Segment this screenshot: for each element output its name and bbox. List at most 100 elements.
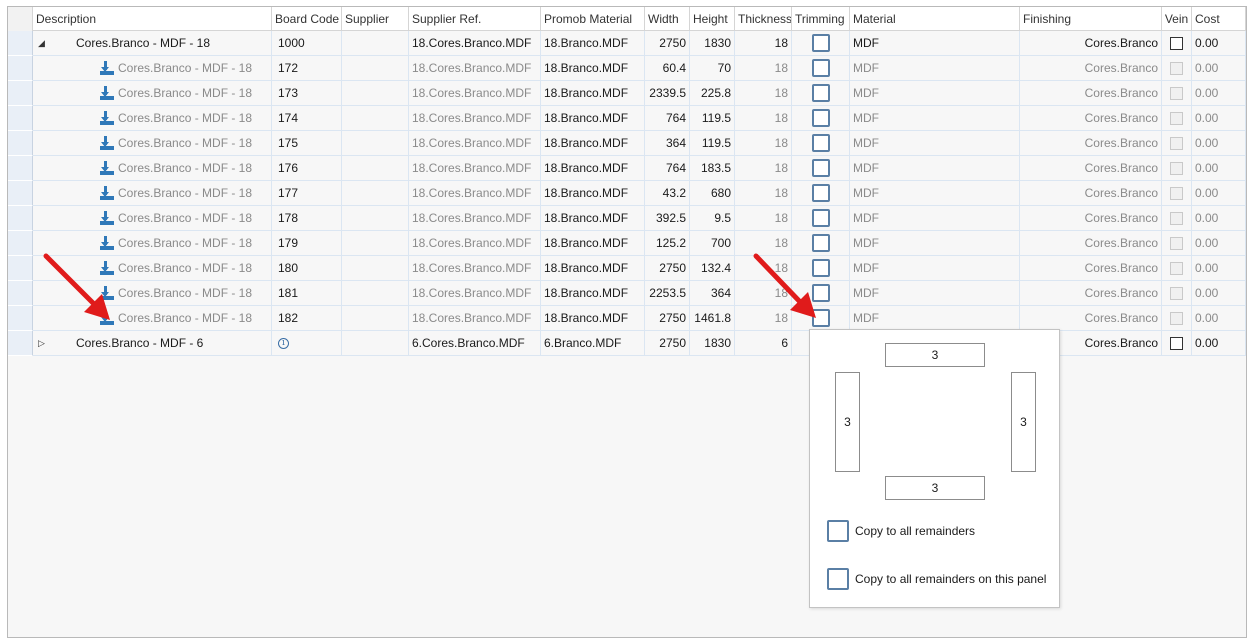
trimming-checkbox[interactable] (811, 84, 830, 102)
cell-cost[interactable]: 0.00 (1192, 131, 1246, 156)
cell-vein[interactable] (1162, 206, 1192, 231)
cell-height[interactable]: 225.8 (690, 81, 735, 106)
cell-board-code[interactable]: 172 (272, 56, 342, 81)
cell-board-code[interactable]: 179 (272, 231, 342, 256)
cell-description[interactable]: Cores.Branco - MDF - 18 (33, 181, 272, 206)
row-selector[interactable] (8, 31, 33, 56)
cell-thickness[interactable]: 18 (735, 106, 792, 131)
cell-height[interactable]: 1830 (690, 31, 735, 56)
vein-checkbox[interactable] (1170, 36, 1183, 50)
col-header-cost[interactable]: Cost (1192, 7, 1246, 31)
cell-cost[interactable]: 0.00 (1192, 81, 1246, 106)
table-row-child[interactable]: Cores.Branco - MDF - 18 177 18.Cores.Branc… (8, 181, 1246, 206)
cell-width[interactable]: 125.2 (645, 231, 690, 256)
cell-supplier[interactable] (342, 31, 409, 56)
cell-trimming[interactable] (792, 81, 850, 106)
cell-thickness[interactable]: 18 (735, 131, 792, 156)
cell-supplier[interactable] (342, 131, 409, 156)
cell-height[interactable]: 680 (690, 181, 735, 206)
cell-supplier-ref[interactable]: 18.Cores.Branco.MDF (409, 56, 541, 81)
trimming-checkbox[interactable] (811, 34, 830, 52)
cell-cost[interactable]: 0.00 (1192, 256, 1246, 281)
cell-board-code[interactable]: 173 (272, 81, 342, 106)
cell-material[interactable]: MDF (850, 306, 1020, 331)
cell-height[interactable]: 119.5 (690, 131, 735, 156)
cell-height[interactable]: 1461.8 (690, 306, 735, 331)
cell-material[interactable]: MDF (850, 281, 1020, 306)
cell-board-code[interactable]: 178 (272, 206, 342, 231)
cell-promob-material[interactable]: 18.Branco.MDF (541, 181, 645, 206)
vein-checkbox[interactable] (1170, 336, 1183, 350)
cell-supplier[interactable] (342, 81, 409, 106)
row-selector[interactable] (8, 106, 33, 131)
cell-thickness[interactable]: 18 (735, 31, 792, 56)
cell-thickness[interactable]: 18 (735, 81, 792, 106)
trimming-checkbox[interactable] (811, 184, 830, 202)
cell-supplier-ref[interactable]: 18.Cores.Branco.MDF (409, 231, 541, 256)
cell-width[interactable]: 2750 (645, 331, 690, 356)
cell-thickness[interactable]: 18 (735, 206, 792, 231)
cell-description[interactable]: ▷ Cores.Branco - MDF - 6 (33, 331, 272, 356)
table-row-child[interactable]: Cores.Branco - MDF - 18 173 18.Cores.Branc… (8, 81, 1246, 106)
cell-vein[interactable] (1162, 106, 1192, 131)
table-row-child[interactable]: Cores.Branco - MDF - 18 175 18.Cores.Branc… (8, 131, 1246, 156)
cell-board-code[interactable]: 177 (272, 181, 342, 206)
cell-supplier[interactable] (342, 181, 409, 206)
cell-board-code[interactable]: 180 (272, 256, 342, 281)
row-selector[interactable] (8, 281, 33, 306)
cell-board-code[interactable]: 181 (272, 281, 342, 306)
row-selector[interactable] (8, 231, 33, 256)
cell-width[interactable]: 764 (645, 106, 690, 131)
trimming-checkbox[interactable] (811, 159, 830, 177)
cell-supplier-ref[interactable]: 18.Cores.Branco.MDF (409, 106, 541, 131)
cell-height[interactable]: 1830 (690, 331, 735, 356)
cell-cost[interactable]: 0.00 (1192, 31, 1246, 56)
cell-description[interactable]: ◢ Cores.Branco - MDF - 18 (33, 31, 272, 56)
cell-finishing[interactable]: Cores.Branco (1020, 181, 1162, 206)
cell-promob-material[interactable]: 18.Branco.MDF (541, 106, 645, 131)
table-row-child[interactable]: Cores.Branco - MDF - 18 174 18.Cores.Branc… (8, 106, 1246, 131)
cell-height[interactable]: 119.5 (690, 106, 735, 131)
cell-cost[interactable]: 0.00 (1192, 331, 1246, 356)
cell-material[interactable]: MDF (850, 156, 1020, 181)
col-header-supplier-ref[interactable]: Supplier Ref. (409, 7, 541, 31)
cell-description[interactable]: Cores.Branco - MDF - 18 (33, 56, 272, 81)
col-header-width[interactable]: Width (645, 7, 690, 31)
cell-finishing[interactable]: Cores.Branco (1020, 131, 1162, 156)
cell-supplier[interactable] (342, 306, 409, 331)
cell-material[interactable]: MDF (850, 231, 1020, 256)
cell-supplier[interactable] (342, 281, 409, 306)
cell-material[interactable]: MDF (850, 206, 1020, 231)
cell-trimming[interactable] (792, 206, 850, 231)
col-header-trimming[interactable]: Trimming (792, 7, 850, 31)
info-icon[interactable]: i (278, 337, 289, 349)
cell-finishing[interactable]: Cores.Branco (1020, 306, 1162, 331)
cell-thickness[interactable]: 6 (735, 331, 792, 356)
cell-supplier[interactable] (342, 106, 409, 131)
trim-bottom-input[interactable]: 3 (885, 476, 985, 500)
cell-cost[interactable]: 0.00 (1192, 306, 1246, 331)
cell-trimming[interactable] (792, 131, 850, 156)
cell-board-code[interactable]: 176 (272, 156, 342, 181)
cell-supplier-ref[interactable]: 6.Cores.Branco.MDF (409, 331, 541, 356)
cell-cost[interactable]: 0.00 (1192, 56, 1246, 81)
cell-finishing[interactable]: Cores.Branco (1020, 256, 1162, 281)
trim-right-input[interactable]: 3 (1011, 372, 1036, 472)
cell-vein[interactable] (1162, 306, 1192, 331)
cell-width[interactable]: 2750 (645, 256, 690, 281)
cell-height[interactable]: 183.5 (690, 156, 735, 181)
col-header-promob-material[interactable]: Promob Material (541, 7, 645, 31)
cell-supplier[interactable] (342, 231, 409, 256)
cell-supplier-ref[interactable]: 18.Cores.Branco.MDF (409, 181, 541, 206)
cell-material[interactable]: MDF (850, 31, 1020, 56)
col-header-finishing[interactable]: Finishing (1020, 7, 1162, 31)
cell-promob-material[interactable]: 18.Branco.MDF (541, 156, 645, 181)
col-header-vein[interactable]: Vein (1162, 7, 1192, 31)
collapse-arrow-icon[interactable]: ◢ (38, 38, 52, 49)
cell-thickness[interactable]: 18 (735, 156, 792, 181)
cell-supplier-ref[interactable]: 18.Cores.Branco.MDF (409, 206, 541, 231)
cell-vein[interactable] (1162, 31, 1192, 56)
cell-finishing[interactable]: Cores.Branco (1020, 231, 1162, 256)
cell-supplier[interactable] (342, 331, 409, 356)
cell-finishing[interactable]: Cores.Branco (1020, 281, 1162, 306)
